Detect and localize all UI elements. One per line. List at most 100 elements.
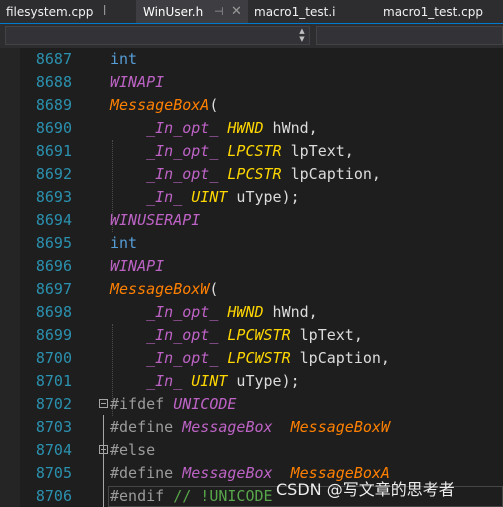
code-line[interactable]: 8704 #else	[0, 439, 503, 462]
code-line[interactable]: 8693 _In_ UINT uType);	[0, 186, 503, 209]
code-token: LPCSTR	[227, 142, 282, 160]
code-token: hWnd,	[263, 303, 318, 321]
line-number: 8704	[35, 441, 72, 459]
code-token: #define	[110, 418, 183, 436]
code-editor[interactable]: 8687 int 8688 WINAPI 8689 MessageBoxA(8690 _I…	[0, 48, 503, 507]
code-text: _In_ UINT uType);	[110, 186, 300, 209]
code-token: #endif	[110, 487, 174, 505]
tab-macro1-test-i[interactable]: macro1_test.i	[254, 0, 364, 23]
code-token: _In_	[146, 372, 183, 390]
code-token: UINT	[191, 188, 228, 206]
code-token: HWND	[227, 119, 264, 137]
code-text: _In_ UINT uType);	[110, 370, 300, 393]
code-token: _In_opt_	[146, 349, 219, 367]
code-line[interactable]: 8699 _In_opt_ LPCWSTR lpText,	[0, 324, 503, 347]
line-number: 8692	[35, 165, 72, 183]
code-token: _In_opt_	[146, 142, 219, 160]
line-number: 8690	[35, 119, 72, 137]
line-number: 8703	[35, 418, 72, 436]
tab-label: macro1_test.cpp	[383, 5, 483, 19]
code-token: LPCWSTR	[227, 326, 291, 344]
tab-winuser-h[interactable]: WinUser.h ⊣ ✕	[136, 0, 248, 23]
code-token: // !UNICODE	[173, 487, 273, 505]
line-number: 8701	[35, 372, 72, 390]
code-line[interactable]: 8697 MessageBoxW(	[0, 278, 503, 301]
code-line[interactable]: 8701 _In_ UINT uType);	[0, 370, 503, 393]
pin-icon[interactable]: ⊣	[214, 0, 224, 24]
tab-label: WinUser.h	[143, 5, 204, 19]
code-line[interactable]: 8688 WINAPI	[0, 71, 503, 94]
pin-icon[interactable]: ꟾ	[103, 0, 106, 24]
code-token: MessageBox	[182, 418, 273, 436]
line-number: 8695	[35, 234, 72, 252]
tab-label: macro1_test.i	[254, 5, 336, 19]
code-token: #else	[110, 441, 156, 459]
scope-dropdown[interactable]: ▲ ▼	[5, 26, 310, 45]
line-number: 8699	[35, 326, 72, 344]
tab-label: filesystem.cpp	[6, 5, 94, 19]
code-text: #define MessageBox MessageBoxW	[110, 416, 390, 439]
code-token: (	[209, 280, 219, 298]
code-text: #endif // !UNICODE	[110, 485, 273, 507]
code-token: UNICODE	[173, 395, 237, 413]
code-text: #ifdef UNICODE	[110, 393, 236, 416]
code-line[interactable]: 8687 int	[0, 48, 503, 71]
code-text: _In_opt_ HWND hWnd,	[110, 117, 318, 140]
line-number: 8706	[35, 487, 72, 505]
fold-collapse-icon[interactable]	[99, 399, 108, 408]
code-token: uType);	[227, 188, 300, 206]
document-tab-bar: filesystem.cpp ꟾ WinUser.h ⊣ ✕ macro1_te…	[0, 0, 503, 24]
code-line[interactable]: 8700 _In_opt_ LPCWSTR lpCaption,	[0, 347, 503, 370]
code-line[interactable]: 8695 int	[0, 232, 503, 255]
dropdown-spinner-icon[interactable]: ▲ ▼	[296, 27, 308, 44]
code-text: _In_opt_ HWND hWnd,	[110, 301, 318, 324]
code-text: WINUSERAPI	[110, 209, 200, 232]
code-token: #define	[110, 464, 183, 482]
tab-macro1-test-cpp[interactable]: macro1_test.cpp	[383, 0, 498, 23]
line-number: 8689	[35, 96, 72, 114]
code-token: _In_opt_	[146, 303, 219, 321]
code-token: WINAPI	[110, 73, 165, 91]
line-number: 8691	[35, 142, 72, 160]
code-token: _In_	[146, 188, 183, 206]
fold-collapse-icon[interactable]	[99, 445, 108, 454]
code-line[interactable]: 8691 _In_opt_ LPCSTR lpText,	[0, 140, 503, 163]
code-line[interactable]: 8692 _In_opt_ LPCSTR lpCaption,	[0, 163, 503, 186]
code-token: int	[110, 50, 138, 68]
close-icon[interactable]: ✕	[231, 0, 242, 24]
line-number: 8687	[35, 50, 72, 68]
code-line[interactable]: 8703 #define MessageBox MessageBoxW	[0, 416, 503, 439]
line-number: 8697	[35, 280, 72, 298]
code-token: UINT	[191, 372, 228, 390]
tab-filesystem-cpp[interactable]: filesystem.cpp ꟾ	[6, 0, 116, 23]
code-text: WINAPI	[110, 71, 164, 94]
code-token: int	[110, 234, 138, 252]
code-token: _In_opt_	[146, 165, 219, 183]
code-line[interactable]: 8702 #ifdef UNICODE	[0, 393, 503, 416]
code-token: uType);	[227, 372, 300, 390]
code-token: MessageBoxA	[110, 96, 210, 114]
code-line[interactable]: 8689 MessageBoxA(	[0, 94, 503, 117]
code-line[interactable]: 8698 _In_opt_ HWND hWnd,	[0, 301, 503, 324]
code-line[interactable]: 8696 WINAPI	[0, 255, 503, 278]
line-number: 8700	[35, 349, 72, 367]
code-line[interactable]: 8694 WINUSERAPI	[0, 209, 503, 232]
line-number: 8702	[35, 395, 72, 413]
member-dropdown[interactable]	[316, 26, 503, 45]
line-number: 8698	[35, 303, 72, 321]
code-token: HWND	[227, 303, 264, 321]
code-token: (	[209, 96, 219, 114]
code-token: lpCaption,	[281, 165, 381, 183]
code-text: _In_opt_ LPCWSTR lpCaption,	[110, 347, 390, 370]
code-text: _In_opt_ LPCWSTR lpText,	[110, 324, 363, 347]
line-number: 8696	[35, 257, 72, 275]
code-line[interactable]: 8690 _In_opt_ HWND hWnd,	[0, 117, 503, 140]
code-token: _In_opt_	[146, 119, 219, 137]
